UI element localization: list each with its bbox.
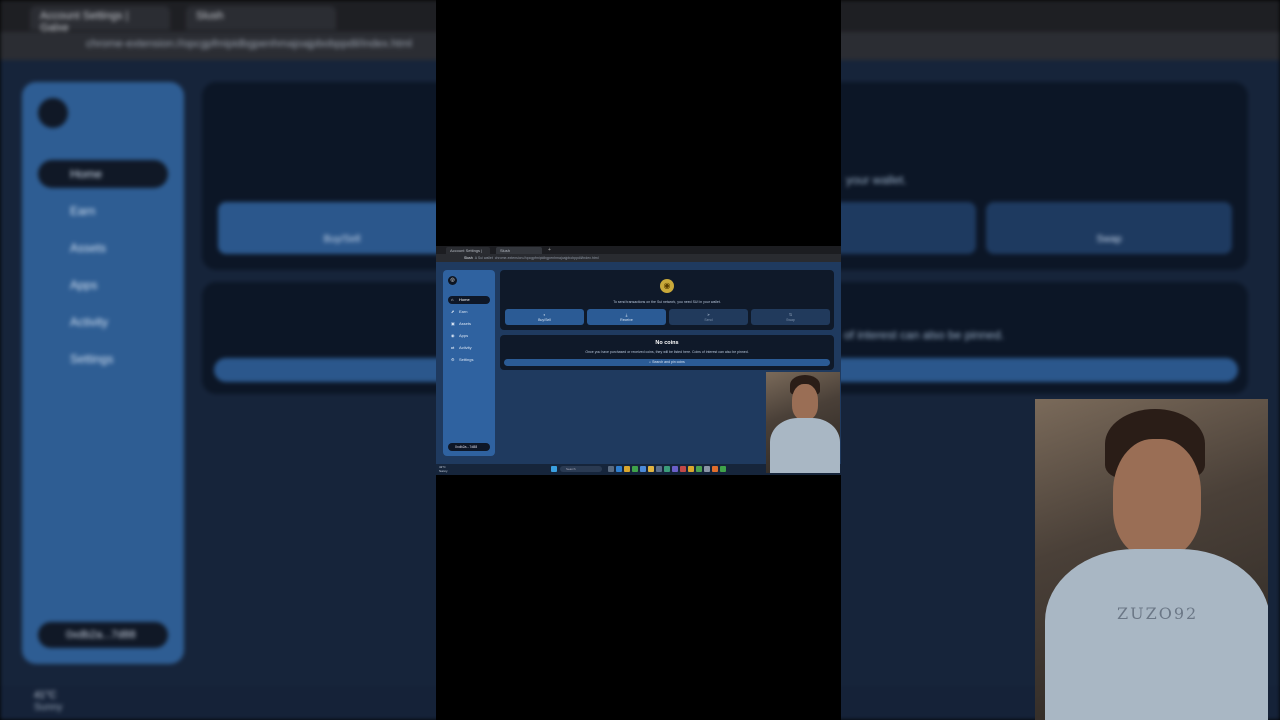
app-icon[interactable] bbox=[704, 466, 710, 472]
action-label: Send bbox=[704, 318, 713, 322]
bg-wallet-text: your wallet. bbox=[846, 173, 907, 187]
taskbar-search[interactable]: Search bbox=[560, 466, 602, 472]
sidebar-item-apps[interactable]: ◉ Apps bbox=[448, 332, 490, 340]
webcam-shirt-print: ZUZO92 bbox=[1117, 604, 1199, 623]
sidebar-item-assets[interactable]: ▣ Assets bbox=[448, 320, 490, 328]
account-pill[interactable]: 0xdb2a...7d88 bbox=[448, 443, 490, 451]
weather-widget[interactable]: 41°C Sunny bbox=[439, 465, 448, 473]
webcam-small bbox=[766, 372, 840, 473]
sidebar-item-activity[interactable]: ⇄ Activity bbox=[448, 344, 490, 352]
no-coins-text: Once you have purchased or received coin… bbox=[585, 350, 749, 354]
bg-nav-activity: Activity bbox=[70, 315, 109, 329]
account-address: 0xdb2a...7d88 bbox=[455, 445, 478, 449]
search-pin-coins-button[interactable]: ⌕ Search and pin coins bbox=[504, 359, 830, 366]
activity-icon: ⇄ bbox=[451, 345, 455, 350]
receive-icon: ⤓ bbox=[625, 312, 628, 317]
bg-nav-assets: Assets bbox=[70, 241, 107, 255]
sidebar-item-label: Home bbox=[459, 297, 470, 302]
receive-button[interactable]: ⤓ Receive bbox=[587, 309, 666, 325]
sidebar-item-label: Settings bbox=[459, 357, 474, 362]
search-pin-label: Search and pin coins bbox=[652, 360, 685, 364]
new-tab-icon[interactable]: + bbox=[548, 247, 551, 254]
bg-nav-earn: Earn bbox=[70, 204, 96, 218]
gas-message: To send transactions on the Sui network,… bbox=[613, 300, 721, 304]
task-view-icon[interactable] bbox=[608, 466, 614, 472]
bg-address-text: chrome-extension://opcgpfmipidbgpenhmajo… bbox=[86, 38, 412, 50]
slush-logo-icon[interactable]: ◎ bbox=[448, 276, 457, 285]
bg-nav-apps: Apps bbox=[70, 278, 98, 292]
sidebar-item-home[interactable]: ⌂ Home bbox=[448, 296, 490, 304]
bg-logo bbox=[38, 98, 68, 128]
file-explorer-icon[interactable] bbox=[624, 466, 630, 472]
bg-pinned-text: of interest can also be pinned. bbox=[844, 328, 1005, 342]
bg-swap: Swap bbox=[986, 202, 1232, 254]
weather-condition: Sunny bbox=[439, 469, 448, 473]
buy-sell-icon: ◐ bbox=[543, 312, 546, 317]
url-text: chrome-extension://opcgpfmipidbgpenhmajo… bbox=[494, 256, 599, 260]
sui-coin-icon: ◉ bbox=[660, 279, 674, 293]
settings-icon: ⚙ bbox=[451, 357, 455, 362]
app-icon[interactable] bbox=[664, 466, 670, 472]
sidebar-item-label: Apps bbox=[459, 333, 469, 338]
action-label: Receive bbox=[620, 318, 633, 322]
apps-icon: ◉ bbox=[451, 333, 455, 338]
app-icon[interactable] bbox=[720, 466, 726, 472]
tab-slush[interactable]: Slush bbox=[496, 247, 542, 254]
sidebar-item-settings[interactable]: ⚙ Settings bbox=[448, 356, 490, 364]
bg-weather-cond: Sunny bbox=[34, 702, 63, 713]
bg-tab-slush: Slush bbox=[186, 6, 336, 30]
send-button[interactable]: ➤ Send bbox=[669, 309, 748, 325]
site-name: Slush bbox=[464, 256, 473, 260]
app-icon[interactable] bbox=[672, 466, 678, 472]
sidebar-item-label: Activity bbox=[459, 345, 472, 350]
tab-galxe[interactable]: Account Settings | Galxe bbox=[446, 247, 490, 260]
chrome-icon[interactable] bbox=[648, 466, 654, 472]
bg-buy-sell: Buy/Sell bbox=[218, 202, 466, 254]
send-icon: ➤ bbox=[706, 312, 711, 317]
action-label: Buy/Sell bbox=[538, 318, 551, 322]
webcam-large: ZUZO92 bbox=[1035, 399, 1268, 720]
app-icon[interactable] bbox=[680, 466, 686, 472]
sidebar-item-label: Assets bbox=[459, 321, 472, 326]
address-text: Slush A Sui wallet chrome-extension://op… bbox=[464, 255, 598, 261]
site-badge: A Sui wallet bbox=[474, 256, 493, 260]
app-icon[interactable] bbox=[696, 466, 702, 472]
bg-tab-galxe: Account Settings | Galxe bbox=[30, 6, 170, 34]
app-icon[interactable] bbox=[688, 466, 694, 472]
sidebar-item-label: Earn bbox=[459, 309, 468, 314]
app-icon[interactable] bbox=[640, 466, 646, 472]
action-label: Swap bbox=[786, 318, 795, 322]
app-icon[interactable] bbox=[656, 466, 662, 472]
swap-icon: ⇅ bbox=[788, 312, 793, 317]
earn-icon: ⬈ bbox=[451, 309, 455, 314]
assets-icon: ▣ bbox=[451, 321, 455, 326]
sidebar-item-earn[interactable]: ⬈ Earn bbox=[448, 308, 490, 316]
taskbar-search-label: Search bbox=[566, 467, 576, 471]
windows-start-icon[interactable] bbox=[551, 466, 557, 472]
app-icon[interactable] bbox=[712, 466, 718, 472]
bg-nav-home: Home bbox=[38, 160, 168, 188]
home-icon: ⌂ bbox=[451, 297, 454, 302]
whatsapp-icon[interactable] bbox=[632, 466, 638, 472]
no-coins-title: No coins bbox=[655, 340, 679, 346]
bg-weather-temp: 41°C bbox=[34, 690, 57, 701]
bg-account-pill: 0xdb2a...7d88 bbox=[38, 622, 168, 648]
bg-nav-settings: Settings bbox=[70, 352, 114, 366]
edge-icon[interactable] bbox=[616, 466, 622, 472]
buy-sell-button[interactable]: ◐ Buy/Sell bbox=[505, 309, 584, 325]
swap-button[interactable]: ⇅ Swap bbox=[751, 309, 830, 325]
